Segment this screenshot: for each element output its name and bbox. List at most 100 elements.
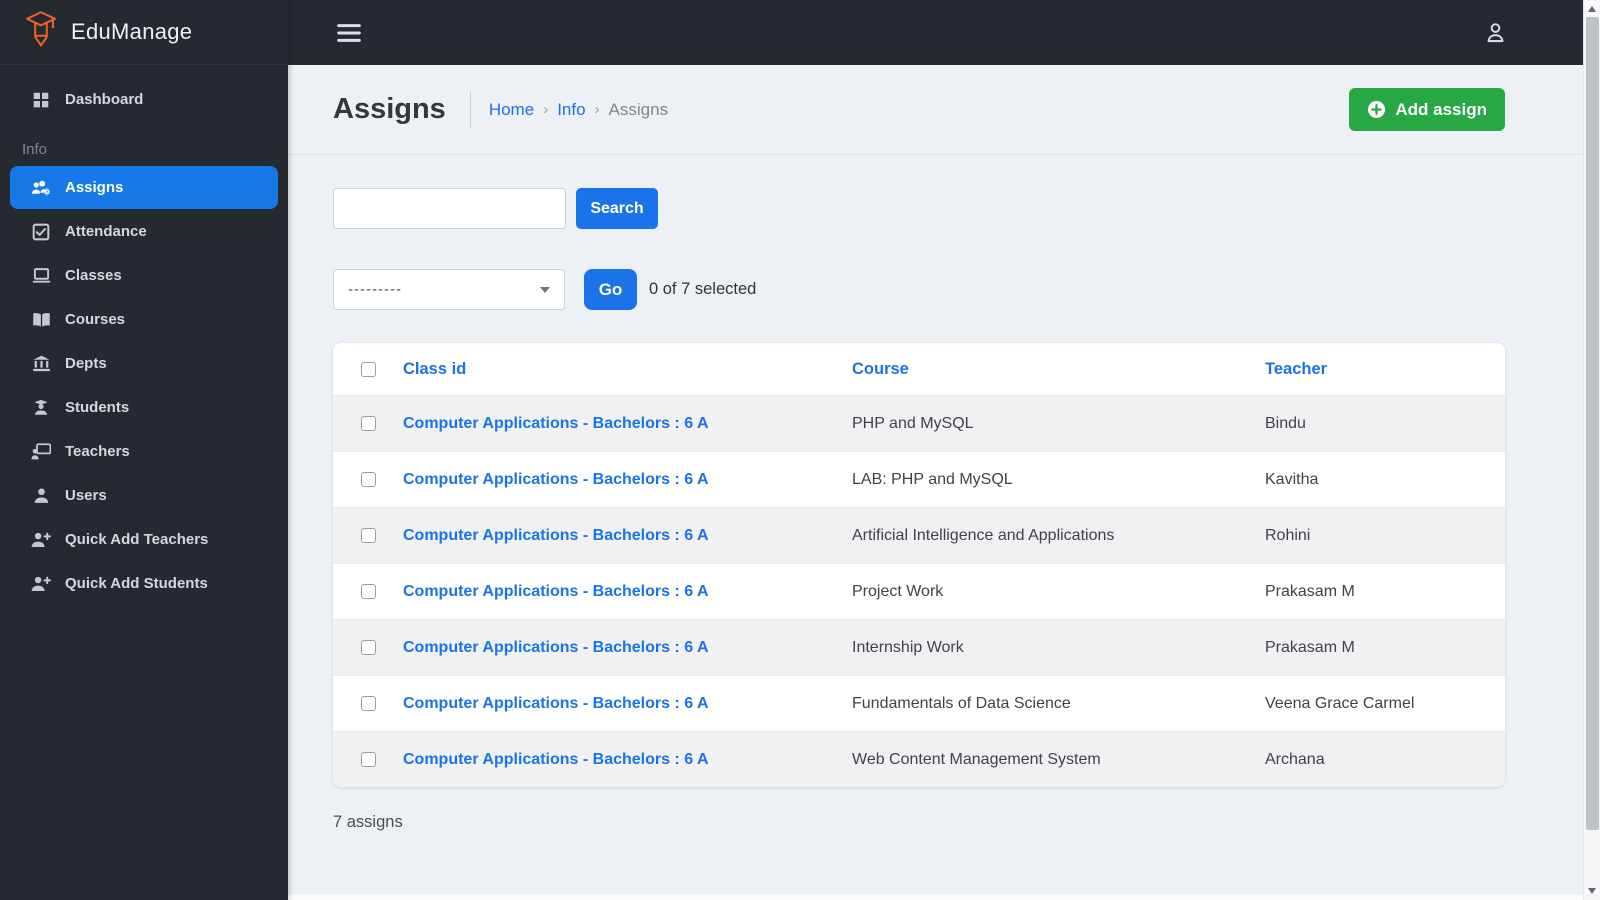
scrollbar-thumb[interactable]	[1586, 17, 1599, 830]
sidebar-item-label: Depts	[65, 355, 107, 372]
result-count: 7 assigns	[333, 813, 403, 831]
breadcrumb-home-link[interactable]: Home	[489, 100, 534, 120]
row-checkbox-cell	[333, 584, 403, 599]
class-id-link[interactable]: Computer Applications - Bachelors : 6 A	[403, 527, 852, 545]
page-bottom-strip	[288, 893, 1583, 900]
row-checkbox[interactable]	[361, 472, 376, 487]
teacher-cell: Rohini	[1265, 526, 1311, 544]
table-row: Computer Applications - Bachelors : 6 A …	[333, 731, 1505, 787]
breadcrumb-info-link[interactable]: Info	[557, 100, 585, 120]
brand: EduManage	[0, 0, 288, 65]
teacher-cell: Bindu	[1265, 414, 1306, 432]
sidebar-section-label: Info	[22, 141, 48, 158]
book-open-icon	[30, 312, 52, 328]
grid-icon	[30, 91, 52, 109]
table-row: Computer Applications - Bachelors : 6 A …	[333, 563, 1505, 619]
plus-circle-icon	[1367, 100, 1386, 119]
person-plus-icon	[30, 575, 52, 592]
sidebar-item-label: Quick Add Students	[65, 575, 208, 592]
row-checkbox[interactable]	[361, 528, 376, 543]
add-assign-button[interactable]: Add assign	[1349, 88, 1505, 131]
top-navbar	[288, 0, 1583, 65]
row-checkbox-cell	[333, 416, 403, 431]
course-cell: Internship Work	[852, 638, 964, 656]
row-checkbox-cell	[333, 640, 403, 655]
table-row: Computer Applications - Bachelors : 6 A …	[333, 619, 1505, 675]
header-checkbox-cell	[333, 361, 403, 377]
class-id-link[interactable]: Computer Applications - Bachelors : 6 A	[403, 639, 852, 657]
content-header: Assigns Home › Info › Assigns Add assign	[288, 65, 1583, 155]
action-bar: --------- Go 0 of 7 selected	[333, 269, 1505, 310]
class-id-link[interactable]: Computer Applications - Bachelors : 6 A	[403, 471, 852, 489]
breadcrumb-current: Assigns	[608, 99, 669, 119]
bank-icon	[30, 355, 52, 372]
sidebar-item-courses[interactable]: Courses	[10, 298, 278, 341]
hamburger-menu-icon[interactable]	[336, 22, 362, 44]
sidebar-item-users[interactable]: Users	[10, 474, 278, 517]
column-header-teacher[interactable]: Teacher	[1265, 360, 1505, 379]
add-assign-label: Add assign	[1395, 99, 1487, 119]
class-id-link[interactable]: Computer Applications - Bachelors : 6 A	[403, 583, 852, 601]
search-bar: Search	[333, 188, 1505, 229]
scrollbar-up-icon[interactable]	[1588, 6, 1596, 12]
row-checkbox[interactable]	[361, 416, 376, 431]
search-input[interactable]	[333, 188, 566, 229]
sidebar-item-students[interactable]: Students	[10, 386, 278, 429]
teacher-cell: Kavitha	[1265, 470, 1319, 488]
teacher-cell: Veena Grace Carmel	[1265, 694, 1415, 712]
sidebar-item-quick-add-teachers[interactable]: Quick Add Teachers	[10, 518, 278, 561]
class-id-link[interactable]: Computer Applications - Bachelors : 6 A	[403, 751, 852, 769]
breadcrumb-separator: ›	[543, 101, 549, 118]
sidebar-item-label: Quick Add Teachers	[65, 531, 209, 548]
sidebar-item-label: Courses	[65, 311, 126, 328]
person-icon	[30, 487, 52, 504]
class-id-link[interactable]: Computer Applications - Bachelors : 6 A	[403, 415, 852, 433]
users-gear-icon	[30, 179, 52, 197]
column-header-course[interactable]: Course	[852, 360, 1265, 379]
laptop-icon	[30, 267, 52, 284]
go-button[interactable]: Go	[584, 269, 637, 310]
action-select-value: ---------	[348, 281, 402, 298]
selection-status: 0 of 7 selected	[649, 280, 757, 298]
row-checkbox[interactable]	[361, 696, 376, 711]
sidebar-nav: Dashboard Info Assigns Attendance Classe…	[0, 65, 288, 605]
sidebar-item-label: Students	[65, 399, 130, 416]
teacher-cell: Archana	[1265, 750, 1325, 768]
table-row: Computer Applications - Bachelors : 6 A …	[333, 395, 1505, 451]
row-checkbox-cell	[333, 528, 403, 543]
sidebar-item-teachers[interactable]: Teachers	[10, 430, 278, 473]
sidebar-item-quick-add-students[interactable]: Quick Add Students	[10, 562, 278, 605]
course-cell: PHP and MySQL	[852, 414, 974, 432]
row-checkbox[interactable]	[361, 752, 376, 767]
search-button[interactable]: Search	[576, 188, 658, 229]
select-all-checkbox[interactable]	[361, 361, 376, 377]
action-select[interactable]: ---------	[333, 269, 565, 310]
row-checkbox[interactable]	[361, 584, 376, 599]
main-content: Assigns Home › Info › Assigns Add assign…	[288, 65, 1583, 900]
course-cell: LAB: PHP and MySQL	[852, 470, 1013, 488]
breadcrumb-separator: ›	[594, 101, 600, 118]
user-account-icon[interactable]	[1482, 19, 1509, 46]
sidebar-item-assigns[interactable]: Assigns	[10, 166, 278, 209]
title-divider	[469, 91, 471, 128]
sidebar-item-classes[interactable]: Classes	[10, 254, 278, 297]
breadcrumb: Home › Info › Assigns	[489, 100, 668, 120]
sidebar-item-attendance[interactable]: Attendance	[10, 210, 278, 253]
sidebar-item-label: Teachers	[65, 443, 130, 460]
sidebar-item-label: Dashboard	[65, 91, 144, 108]
sidebar-item-label: Users	[65, 487, 107, 504]
page-scrollbar[interactable]	[1583, 0, 1600, 900]
sidebar-item-depts[interactable]: Depts	[10, 342, 278, 385]
row-checkbox-cell	[333, 752, 403, 767]
sidebar-item-dashboard[interactable]: Dashboard	[10, 78, 278, 121]
table-row: Computer Applications - Bachelors : 6 A …	[333, 451, 1505, 507]
scrollbar-down-icon[interactable]	[1588, 888, 1596, 894]
class-id-link[interactable]: Computer Applications - Bachelors : 6 A	[403, 695, 852, 713]
course-cell: Project Work	[852, 582, 944, 600]
table-header-row: Class id Course Teacher	[333, 343, 1505, 395]
column-header-class-id[interactable]: Class id	[403, 360, 852, 379]
title-group: Assigns Home › Info › Assigns	[333, 91, 668, 128]
graduate-icon	[30, 399, 52, 416]
check-square-icon	[30, 223, 52, 241]
row-checkbox[interactable]	[361, 640, 376, 655]
